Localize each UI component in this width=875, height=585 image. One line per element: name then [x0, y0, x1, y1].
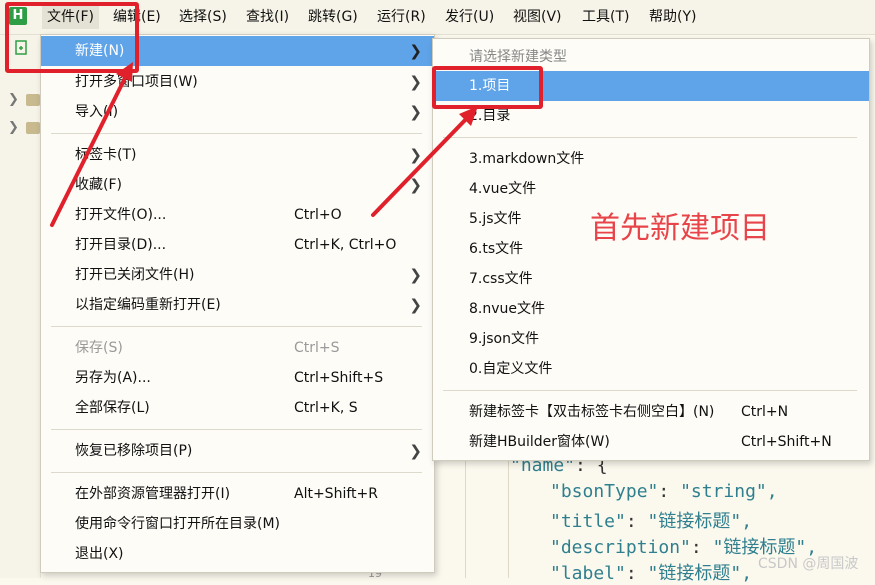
watermark: CSDN @周国波 [758, 556, 859, 572]
annotation-arrows [50, 62, 478, 227]
arrow-line [371, 113, 472, 217]
arrow-line [50, 70, 130, 227]
annotation-text: 首先新建项目 [590, 211, 770, 246]
